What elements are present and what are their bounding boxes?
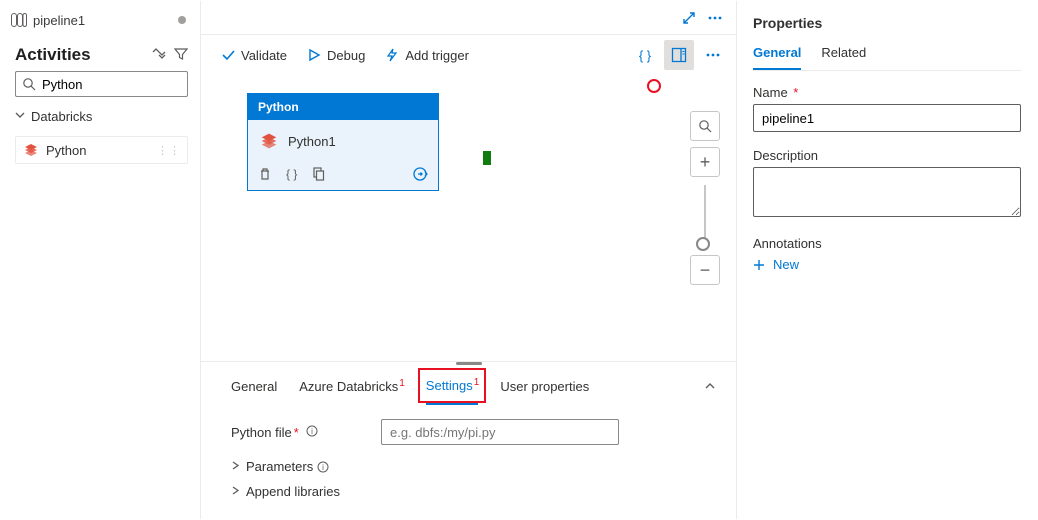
annotation-circle: [647, 79, 661, 93]
success-connector[interactable]: [483, 151, 491, 165]
left-panel: pipeline1 Activities Databricks: [1, 1, 201, 519]
activities-title: Activities: [15, 45, 91, 65]
drag-grip-icon: ⋮⋮: [157, 144, 181, 157]
tab-badge: 1: [399, 378, 405, 389]
collapse-panel-icon[interactable]: [704, 380, 716, 395]
properties-title: Properties: [753, 15, 1021, 31]
svg-text:i: i: [322, 463, 324, 472]
fit-zoom-button[interactable]: [690, 111, 720, 141]
settings-form: Python file* i Parameters i: [201, 405, 736, 519]
search-wrap: [1, 71, 200, 105]
tab-badge: 1: [474, 377, 480, 388]
add-trigger-button[interactable]: Add trigger: [385, 48, 469, 63]
code-icon[interactable]: { }: [286, 167, 297, 181]
databricks-icon: [22, 141, 40, 159]
databricks-icon: [258, 130, 280, 152]
name-input[interactable]: [753, 104, 1021, 132]
validate-label: Validate: [241, 48, 287, 63]
activity-item-python[interactable]: Python ⋮⋮: [15, 136, 188, 164]
zoom-thumb[interactable]: [696, 237, 710, 251]
chevron-right-icon: [231, 486, 240, 498]
pipeline-tab[interactable]: pipeline1: [1, 1, 200, 35]
zoom-in-button[interactable]: +: [690, 147, 720, 177]
new-annotation-button[interactable]: New: [753, 257, 1021, 272]
tab-user-properties[interactable]: User properties: [500, 371, 589, 404]
tab-settings-label: Settings: [426, 378, 473, 393]
tab-settings[interactable]: Settings1: [426, 370, 479, 405]
pipeline-tab-title: pipeline1: [33, 13, 85, 28]
chevron-down-icon: [15, 110, 25, 123]
expand-editor-icon[interactable]: [676, 5, 702, 31]
annotations-label: Annotations: [753, 236, 1021, 251]
node-type-label: Python: [248, 94, 438, 120]
plus-icon: [753, 259, 765, 271]
activities-header: Activities: [1, 35, 200, 71]
bottom-panel: General Azure Databricks1 Settings1 User…: [201, 361, 736, 519]
tab-azure-databricks-label: Azure Databricks: [299, 379, 398, 394]
canvas-zoom-controls: + −: [690, 111, 720, 285]
bottom-tabs: General Azure Databricks1 Settings1 User…: [201, 368, 736, 405]
node-python[interactable]: Python Python1 { }: [247, 93, 439, 191]
group-databricks[interactable]: Databricks: [1, 105, 200, 128]
info-icon[interactable]: i: [306, 425, 318, 437]
python-file-input[interactable]: [381, 419, 619, 445]
more-toolbar-icon[interactable]: [698, 40, 728, 70]
tab-azure-databricks[interactable]: Azure Databricks1: [299, 371, 404, 404]
json-view-button[interactable]: { }: [630, 40, 660, 70]
canvas-toolbar: Validate Debug Add trigger { }: [201, 35, 736, 75]
info-icon[interactable]: i: [317, 461, 329, 473]
main-panel: Validate Debug Add trigger { }: [201, 1, 737, 519]
pipeline-icon: [11, 13, 27, 27]
debug-button[interactable]: Debug: [307, 48, 365, 63]
copy-icon[interactable]: [311, 167, 325, 181]
search-input[interactable]: [36, 76, 220, 93]
python-file-label: Python file* i: [231, 425, 381, 440]
run-next-icon[interactable]: [412, 166, 428, 182]
editor-top-icons: [201, 1, 736, 35]
filter-icon[interactable]: [174, 47, 188, 64]
prop-tab-related[interactable]: Related: [821, 45, 866, 70]
append-libraries-label: Append libraries: [246, 484, 340, 499]
search-box[interactable]: [15, 71, 188, 97]
svg-text:i: i: [312, 427, 314, 436]
add-trigger-label: Add trigger: [405, 48, 469, 63]
activity-item-label: Python: [46, 143, 86, 158]
toolbar-right: { }: [630, 40, 736, 70]
more-editor-icon[interactable]: [702, 5, 728, 31]
append-libraries-expander[interactable]: Append libraries: [231, 484, 716, 499]
validate-button[interactable]: Validate: [221, 48, 287, 63]
pipeline-canvas[interactable]: Python Python1 { }: [201, 75, 736, 361]
delete-icon[interactable]: [258, 167, 272, 181]
description-label: Description: [753, 148, 1021, 163]
description-input[interactable]: [753, 167, 1021, 217]
name-label: Name *: [753, 85, 1021, 100]
zoom-out-button[interactable]: −: [690, 255, 720, 285]
zoom-slider[interactable]: [704, 185, 706, 247]
group-label: Databricks: [31, 109, 92, 124]
collapse-activities-icon[interactable]: [152, 48, 166, 63]
debug-label: Debug: [327, 48, 365, 63]
search-icon: [22, 77, 36, 91]
node-name: Python1: [288, 134, 336, 149]
properties-toggle-button[interactable]: [664, 40, 694, 70]
parameters-expander[interactable]: Parameters i: [231, 459, 716, 474]
chevron-right-icon: [231, 461, 240, 473]
properties-tabs: General Related: [753, 45, 1021, 71]
parameters-label: Parameters: [246, 459, 313, 474]
properties-panel: Properties General Related Name * Descri…: [737, 1, 1037, 519]
app-root: pipeline1 Activities Databricks: [0, 0, 1038, 520]
new-label: New: [773, 257, 799, 272]
prop-tab-general[interactable]: General: [753, 45, 801, 70]
unsaved-dot-icon: [178, 16, 186, 24]
tab-general[interactable]: General: [231, 371, 277, 404]
